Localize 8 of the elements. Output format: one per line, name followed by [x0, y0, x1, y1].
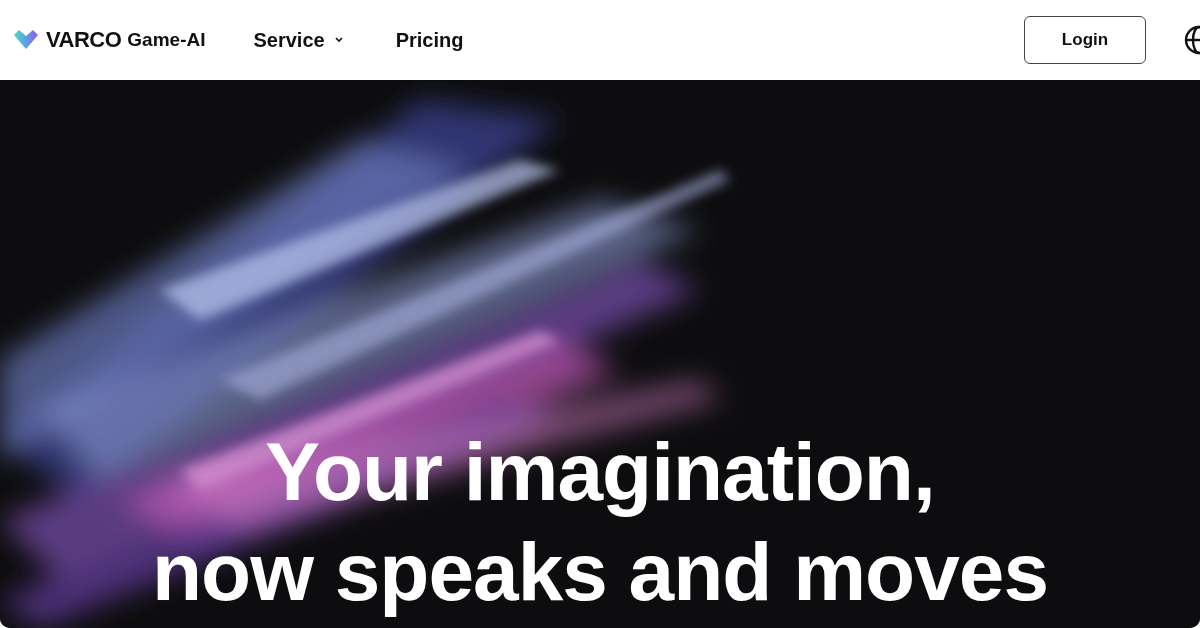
login-button[interactable]: Login — [1024, 16, 1146, 64]
brand-name[interactable]: VARCO — [46, 27, 122, 53]
heart-logo-icon — [12, 29, 40, 51]
headline: now speaks and moves — [152, 525, 1048, 619]
nav-link[interactable]: Pricing — [395, 28, 464, 52]
headline: Your imagination, — [265, 425, 935, 519]
product-name[interactable]: Game-AI — [127, 29, 206, 51]
nav-link[interactable]: Service — [253, 28, 344, 52]
